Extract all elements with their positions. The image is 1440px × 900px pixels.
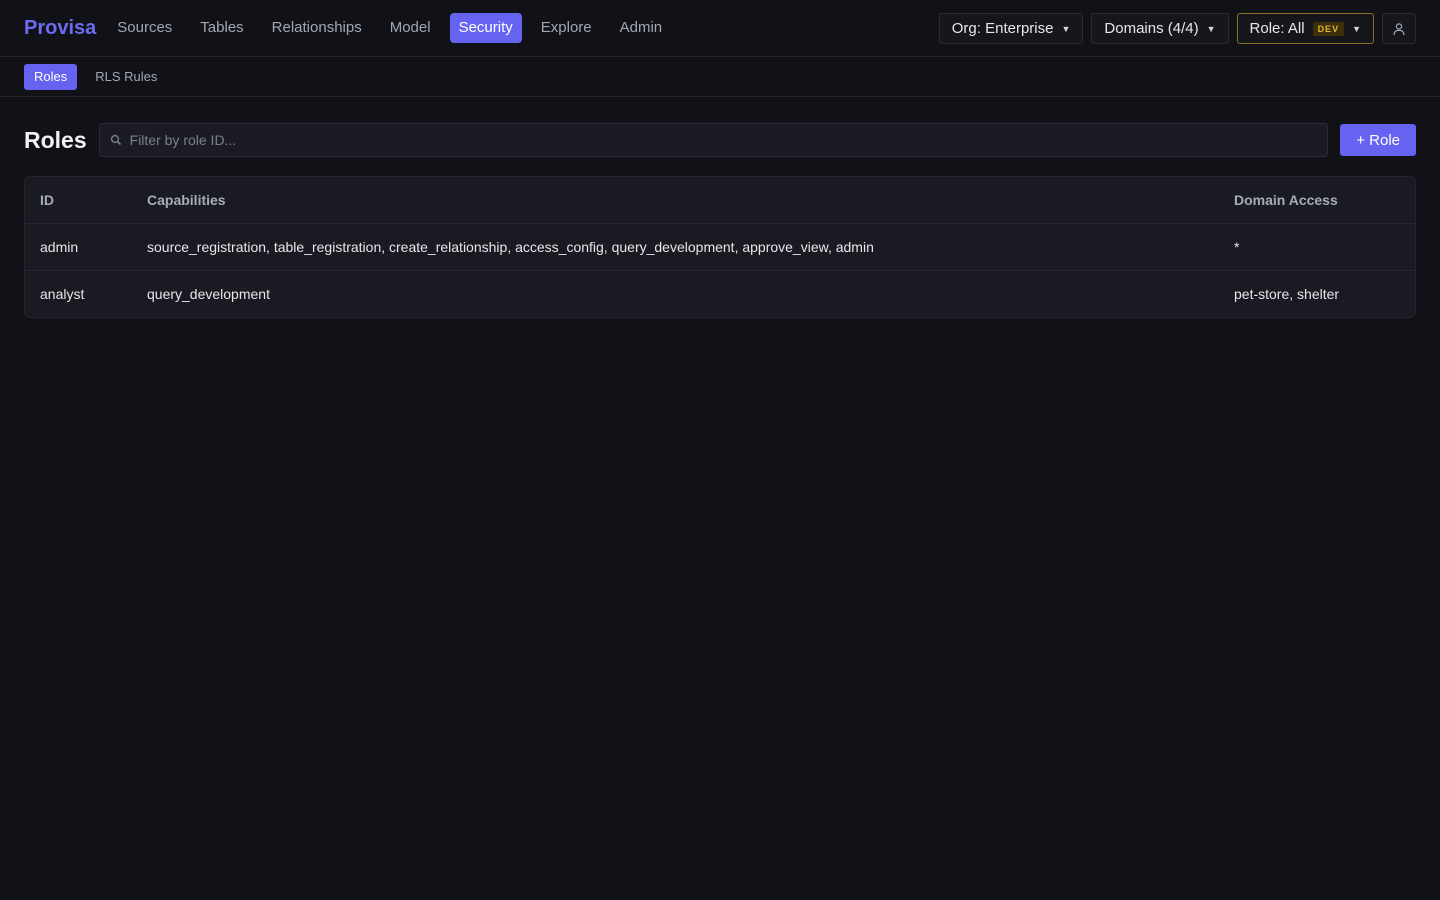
table-row[interactable]: analyst query_development pet-store, she…: [25, 270, 1415, 317]
search-input[interactable]: [129, 132, 1318, 148]
capabilities-cell: query_development: [147, 286, 270, 302]
table-row[interactable]: admin source_registration, table_registr…: [25, 223, 1415, 270]
add-role-button[interactable]: + Role: [1340, 124, 1416, 156]
role-id-cell: analyst: [40, 286, 85, 302]
search-icon: [110, 134, 122, 146]
roles-table: ID Capabilities Domain Access admin sour…: [24, 176, 1416, 318]
page-title: Roles: [24, 126, 87, 153]
column-header-id[interactable]: ID: [25, 192, 132, 208]
user-menu-button[interactable]: [1382, 13, 1416, 44]
chevron-down-icon: ▼: [1206, 23, 1216, 34]
tab-roles[interactable]: Roles: [24, 63, 78, 90]
column-header-domain-access[interactable]: Domain Access: [1218, 192, 1415, 208]
top-right-controls: Org: Enterprise ▼ Domains (4/4) ▼ Role: …: [931, 13, 1416, 44]
tab-rls-rules[interactable]: RLS Rules: [85, 64, 167, 90]
main-nav: Sources Tables Relationships Model Secur…: [108, 13, 681, 43]
main-content: Roles + Role ID Capabilities Domain Acce…: [0, 97, 1440, 318]
nav-item-explore[interactable]: Explore: [532, 13, 601, 43]
column-header-capabilities[interactable]: Capabilities: [132, 192, 1218, 208]
dev-badge: DEV: [1312, 21, 1345, 36]
nav-item-tables[interactable]: Tables: [191, 13, 252, 43]
search-box: [98, 123, 1329, 157]
nav-item-sources[interactable]: Sources: [108, 13, 181, 43]
nav-item-security[interactable]: Security: [449, 13, 522, 43]
domain-access-cell: pet-store, shelter: [1234, 286, 1340, 302]
capabilities-cell: source_registration, table_registration,…: [147, 239, 874, 255]
chevron-down-icon: ▼: [1352, 23, 1361, 34]
heading-row: Roles + Role: [24, 123, 1416, 157]
nav-item-admin[interactable]: Admin: [611, 13, 672, 43]
domain-access-cell: *: [1234, 239, 1240, 255]
org-selector[interactable]: Org: Enterprise ▼: [938, 13, 1084, 44]
role-id-cell: admin: [40, 239, 79, 255]
brand-logo[interactable]: Provisa: [24, 17, 96, 40]
chevron-down-icon: ▼: [1061, 23, 1071, 34]
nav-item-model[interactable]: Model: [381, 13, 440, 43]
table-header: ID Capabilities Domain Access: [25, 177, 1415, 223]
sub-navigation-bar: Roles RLS Rules: [0, 57, 1440, 97]
nav-item-relationships[interactable]: Relationships: [263, 13, 371, 43]
domains-selector-label: Domains (4/4): [1104, 20, 1199, 37]
domains-selector[interactable]: Domains (4/4) ▼: [1091, 13, 1229, 44]
role-selector-label: Role: All: [1249, 20, 1305, 37]
top-navigation-bar: Provisa Sources Tables Relationships Mod…: [0, 0, 1440, 57]
user-icon: [1393, 22, 1405, 35]
org-selector-label: Org: Enterprise: [951, 20, 1054, 37]
role-selector[interactable]: Role: All DEV ▼: [1236, 13, 1374, 44]
